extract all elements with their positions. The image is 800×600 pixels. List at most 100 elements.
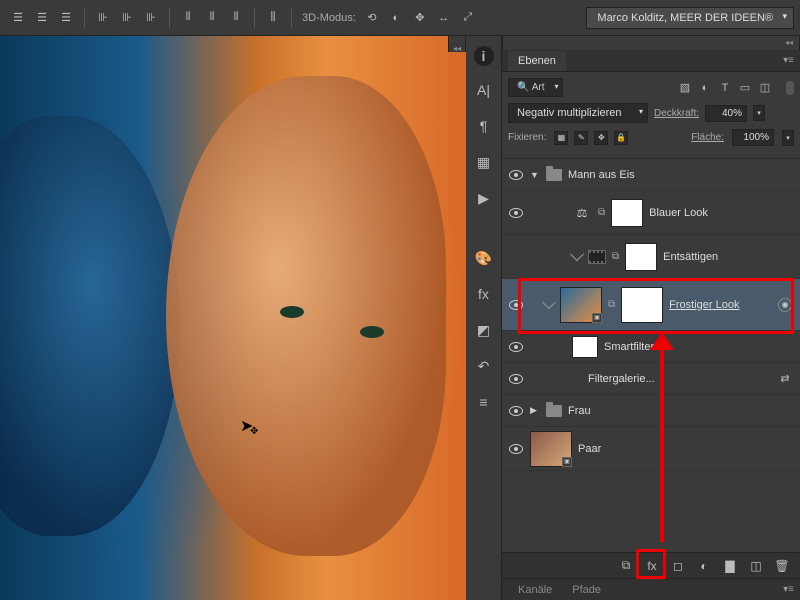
channels-tab[interactable]: Kanäle (508, 580, 562, 600)
smart-filters-row[interactable]: Smartfilter (502, 331, 800, 363)
visibility-toggle[interactable] (502, 374, 530, 384)
layer-name[interactable]: Frostiger Look (669, 299, 739, 311)
disclosure-icon[interactable]: ▶ (530, 405, 540, 416)
slide-icon[interactable]: ↔ (433, 7, 455, 29)
visibility-toggle[interactable] (502, 444, 530, 454)
lock-position-icon[interactable]: ✥ (594, 131, 608, 145)
layer-group[interactable]: ▼ Mann aus Eis (502, 159, 800, 191)
distribute-icon[interactable]: ⫴ (201, 7, 223, 29)
character-panel-icon[interactable]: A| (472, 78, 496, 102)
actions-panel-icon[interactable]: ▶ (472, 186, 496, 210)
orbit-icon[interactable]: ⟲ (361, 7, 383, 29)
opacity-label[interactable]: Deckkraft: (654, 108, 699, 119)
opacity-input[interactable]: 40% (705, 105, 747, 122)
fill-label[interactable]: Fläche: (691, 132, 724, 143)
folder-icon (546, 405, 562, 417)
workspace-switcher[interactable]: Marco Kolditz, MEER DER IDEEN® (586, 7, 794, 29)
filter-smart-icon[interactable]: ◫ (758, 81, 772, 95)
properties-panel-icon[interactable]: ≡ (472, 390, 496, 414)
paths-tab[interactable]: Pfade (562, 580, 611, 600)
styles-panel-icon[interactable]: fx (472, 282, 496, 306)
fill-flyout[interactable]: ▾ (782, 130, 794, 146)
separator (169, 8, 170, 28)
layer-filter-kind[interactable]: 🔍 Art (508, 78, 563, 97)
mask-thumbnail[interactable] (621, 287, 663, 323)
distribute-icon[interactable]: ⫼ (262, 7, 284, 29)
scale-icon[interactable]: ⤢ (457, 7, 479, 29)
fill-input[interactable]: 100% (732, 129, 774, 146)
layer-name[interactable]: Entsättigen (663, 251, 718, 263)
paragraph-panel-icon[interactable]: ¶ (472, 114, 496, 138)
blend-mode-select[interactable]: Negativ multiplizieren (508, 103, 648, 123)
distribute-icon[interactable]: ⊪ (92, 7, 114, 29)
layer-name[interactable]: Paar (578, 443, 601, 455)
pan-icon[interactable]: ✥ (409, 7, 431, 29)
lock-pixels-icon[interactable]: ✎ (574, 131, 588, 145)
layer-name[interactable]: Blauer Look (649, 207, 708, 219)
panel-menu-icon[interactable]: ▾≡ (783, 584, 794, 595)
lock-all-icon[interactable]: 🔒 (614, 131, 628, 145)
new-layer-icon[interactable]: ◫ (748, 558, 764, 574)
eye-icon (509, 208, 523, 218)
navigator-panel-icon[interactable]: ▦ (472, 150, 496, 174)
opacity-flyout[interactable]: ▾ (753, 105, 765, 121)
layer-name[interactable]: Mann aus Eis (568, 169, 635, 181)
layer-thumbnail[interactable]: ▣ (560, 287, 602, 323)
layer-thumbnail[interactable]: ▣ (530, 431, 572, 467)
visibility-toggle[interactable] (502, 300, 530, 310)
align-icon[interactable]: ☰ (7, 7, 29, 29)
filter-name[interactable]: Filtergalerie... (588, 373, 655, 385)
smart-filter-item[interactable]: Filtergalerie... ⇄ (502, 363, 800, 395)
filter-mask-thumbnail[interactable] (572, 336, 598, 358)
filter-toggle[interactable] (786, 81, 794, 95)
mask-thumbnail[interactable] (625, 243, 657, 271)
filter-blend-icon[interactable]: ⇄ (778, 372, 792, 386)
align-icon[interactable]: ☰ (55, 7, 77, 29)
collapse-tab[interactable]: ◂◂ (448, 36, 466, 52)
link-layers-icon[interactable]: ⧉ (618, 558, 634, 574)
swatches-panel-icon[interactable]: 🎨 (472, 246, 496, 270)
panel-collapse[interactable]: ◂◂ (502, 36, 800, 50)
filter-type-icon[interactable]: T (718, 81, 732, 95)
visibility-toggle[interactable] (502, 342, 530, 352)
info-panel-icon[interactable]: i (474, 46, 494, 66)
add-mask-icon[interactable]: ◻ (670, 558, 686, 574)
roll-icon[interactable]: ◐ (385, 7, 407, 29)
link-icon[interactable]: ⧉ (612, 251, 619, 262)
smart-object-layer[interactable]: ▣ ⧉ Frostiger Look ◉ (502, 279, 800, 331)
canvas-area[interactable]: ◂◂ ➤ (0, 36, 466, 600)
filter-shape-icon[interactable]: ▭ (738, 81, 752, 95)
layer-group[interactable]: ▶ Frau (502, 395, 800, 427)
visibility-toggle[interactable] (502, 170, 530, 180)
new-group-icon[interactable]: ▇ (722, 558, 738, 574)
eye-icon (509, 342, 523, 352)
delete-layer-icon[interactable]: 🗑 (774, 558, 790, 574)
pixel-layer[interactable]: ▣ Paar (502, 427, 800, 471)
mask-thumbnail[interactable] (611, 199, 643, 227)
disclosure-icon[interactable]: ▼ (530, 170, 540, 180)
link-icon[interactable]: ⧉ (598, 207, 605, 218)
adjustments-panel-icon[interactable]: ◩ (472, 318, 496, 342)
panel-menu-icon[interactable]: ▾≡ (783, 55, 794, 66)
layer-name[interactable]: Frau (568, 405, 591, 417)
visibility-toggle[interactable] (502, 208, 530, 218)
distribute-icon[interactable]: ⊪ (140, 7, 162, 29)
filter-visibility-icon[interactable]: ◉ (778, 298, 792, 312)
layer-style-icon[interactable]: fx (644, 558, 660, 574)
visibility-toggle[interactable] (502, 406, 530, 416)
adjustment-layer[interactable]: ⚖ ⧉ Blauer Look (502, 191, 800, 235)
filter-pixel-icon[interactable]: ▧ (678, 81, 692, 95)
distribute-icon[interactable]: ⫴ (177, 7, 199, 29)
link-icon[interactable]: ⧉ (608, 299, 615, 310)
filter-adjust-icon[interactable]: ◐ (698, 81, 712, 95)
distribute-icon[interactable]: ⫴ (225, 7, 247, 29)
adjustment-layer[interactable]: ⧉ Entsättigen (502, 235, 800, 279)
distribute-icon[interactable]: ⊪ (116, 7, 138, 29)
align-icon[interactable]: ☰ (31, 7, 53, 29)
history-panel-icon[interactable]: ↶ (472, 354, 496, 378)
lock-transparency-icon[interactable]: ▦ (554, 131, 568, 145)
new-adjustment-icon[interactable]: ◐ (696, 558, 712, 574)
layers-tab[interactable]: Ebenen (508, 51, 566, 71)
workspace-name: Marco Kolditz, MEER DER IDEEN® (597, 12, 773, 24)
mode-label: 3D-Modus: (302, 12, 356, 24)
